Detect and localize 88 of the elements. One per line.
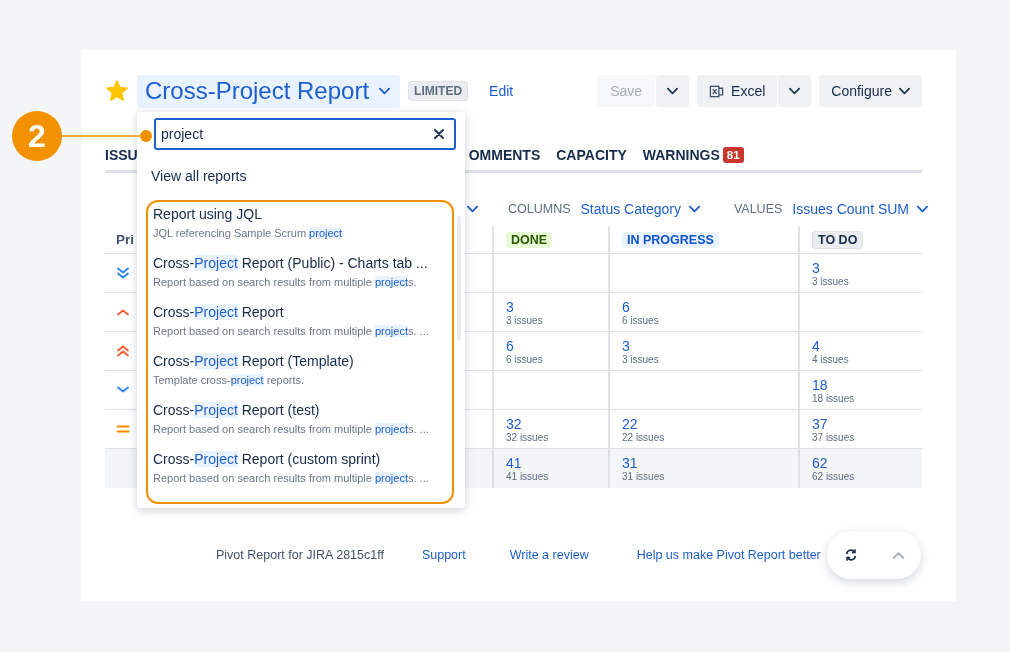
step-number-badge: 2	[12, 111, 62, 161]
count-badge: 81	[722, 147, 744, 163]
issues-caption: 3 issues	[622, 353, 659, 365]
tab[interactable]: OMMENTS	[468, 147, 541, 163]
issues-caption: 6 issues	[622, 314, 659, 326]
limited-badge: LIMITED	[408, 81, 469, 101]
report-title-button[interactable]: Cross-Project Report	[137, 74, 401, 108]
issue-count-link[interactable]: 3	[622, 337, 630, 354]
status-lozenge: TO DO	[812, 230, 864, 249]
refresh-icon[interactable]	[844, 548, 859, 562]
issues-caption: 3 issues	[812, 275, 849, 287]
issue-count-link[interactable]: 3	[506, 298, 514, 315]
issue-count-link[interactable]: 18	[812, 376, 828, 393]
chevron-icon	[667, 87, 679, 95]
footer-link[interactable]: Support	[421, 548, 466, 562]
result-description: Report based on search results from multiple projects. ...	[153, 472, 430, 484]
issue-count-link[interactable]: 3	[812, 259, 820, 276]
result-description: Template cross-project reports.	[153, 374, 306, 386]
report-result[interactable]: Cross-Project Report Report based on search results from multiple projects. ...	[153, 304, 452, 353]
control-label: VALUES	[733, 202, 783, 216]
result-title: Cross-Project Report (test)	[153, 402, 321, 418]
issues-caption: 62 issues	[812, 471, 855, 482]
report-result[interactable]: Cross-Project Report (Template) Template cross-project reports.	[153, 353, 452, 402]
tab[interactable]: ISSU	[105, 147, 138, 163]
result-description: Report based on search results from multiple projects. ...	[153, 325, 430, 337]
issues-caption: 31 issues	[622, 471, 665, 482]
issue-count-link[interactable]: 31	[622, 455, 638, 471]
chevron-icon	[899, 87, 910, 95]
issues-caption: 37 issues	[812, 431, 855, 443]
chevron-icon	[467, 205, 478, 213]
issue-count-link[interactable]: 37	[812, 415, 828, 432]
issue-count-link[interactable]: 4	[812, 337, 820, 354]
issue-count-link[interactable]: 22	[622, 415, 638, 432]
issue-count-link[interactable]: 32	[506, 415, 522, 432]
result-title: Cross-Project Report (custom sprint)	[153, 451, 382, 467]
result-description: JQL referencing Sample Scrum project	[153, 227, 344, 239]
result-description: Report based on search results from multiple projects. ...	[153, 423, 430, 435]
status-lozenge: DONE	[506, 231, 553, 248]
tab[interactable]: WARNINGS 81	[642, 147, 744, 163]
chevron-icon	[789, 87, 801, 95]
issues-caption: 3 issues	[506, 314, 543, 326]
chevron-down-icon	[116, 386, 130, 394]
report-result[interactable]: Cross-Project Report (custom sprint) Report based on search results from multiple projects. ...	[153, 451, 452, 500]
result-description: Report based on search results from multiple projects.	[153, 276, 418, 288]
result-title: Cross-Project Report (Public) - Charts tab ...	[153, 255, 429, 271]
result-title: Report using JQL	[153, 206, 263, 222]
version-text: Pivot Report for JIRA 2815c1ff	[216, 548, 384, 562]
footer-link[interactable]: Write a review	[509, 548, 589, 562]
issues-caption: 6 issues	[506, 353, 543, 365]
control-label: COLUMNS	[508, 202, 571, 216]
report-result[interactable]: Report using JQL JQL referencing Sample Scrum project	[153, 206, 452, 255]
result-title: Cross-Project Report (Template)	[153, 353, 355, 369]
star-icon[interactable]	[105, 79, 129, 103]
equals-icon	[116, 425, 130, 433]
issue-count-link[interactable]: 41	[506, 455, 522, 471]
double-chevron-up-icon	[116, 345, 130, 357]
spreadsheet-icon	[709, 83, 725, 99]
column-header: Pri	[116, 232, 134, 247]
issue-count-link[interactable]: 6	[506, 337, 514, 354]
search-field[interactable]: project	[154, 118, 456, 150]
excel-button[interactable]: Excel	[697, 75, 778, 107]
clear-icon[interactable]	[434, 129, 444, 139]
footer-link[interactable]: Help us make Pivot Report better	[636, 548, 821, 562]
menu-caret-button[interactable]	[778, 75, 812, 107]
edit-link[interactable]: Edit	[489, 83, 514, 99]
issue-count-link[interactable]: 6	[622, 298, 630, 315]
report-result[interactable]: Cross-Project Report (test) Report based on search results from multiple projects. ...	[153, 402, 452, 451]
issues-caption: 41 issues	[506, 471, 549, 482]
double-chevron-down-icon	[116, 267, 130, 279]
chevron-icon	[892, 551, 904, 559]
tab[interactable]: CAPACITY	[556, 147, 627, 163]
status-lozenge: IN PROGRESS	[622, 231, 719, 248]
chevron-icon	[688, 205, 700, 213]
dropdown-select[interactable]: Status Category	[580, 201, 700, 217]
chevron-icon	[917, 205, 929, 213]
issue-count-link[interactable]: 62	[812, 455, 828, 471]
configure-button[interactable]: Configure	[819, 75, 922, 107]
menu-caret-button[interactable]	[656, 75, 690, 107]
issues-caption: 18 issues	[812, 392, 855, 404]
menu-item[interactable]: View all reports	[146, 150, 465, 200]
issues-caption: 32 issues	[506, 431, 549, 443]
result-title: Cross-Project Report	[153, 304, 285, 320]
dropdown-select[interactable]: Issues Count SUM	[792, 201, 929, 217]
chevron-icon	[379, 87, 391, 95]
chevron-up-icon	[116, 308, 130, 316]
issues-caption: 4 issues	[812, 353, 849, 365]
report-result[interactable]: Cross-Project Report (Public) - Charts tab ... Report based on search results from multiple projects.	[153, 255, 452, 304]
issues-caption: 22 issues	[622, 431, 665, 443]
